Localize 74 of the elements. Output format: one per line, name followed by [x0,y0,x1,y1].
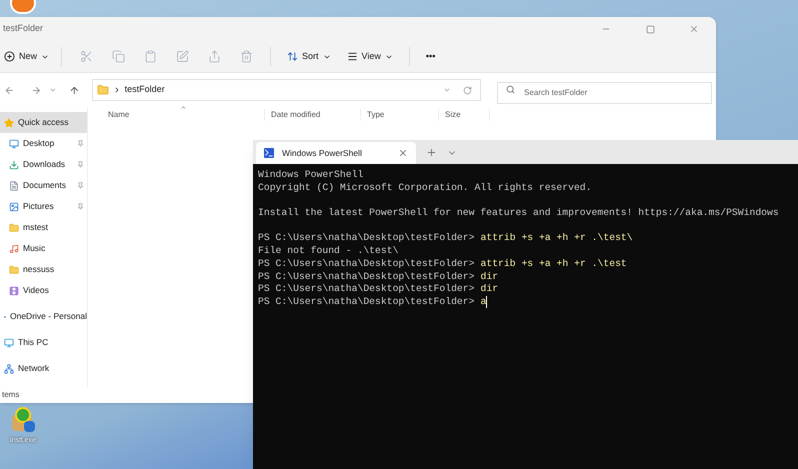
terminal-command: dir [480,270,498,284]
sidebar-item[interactable]: OneDrive - Personal [0,306,87,327]
terminal-command: attrib +s +a +h +r .\test [480,258,627,271]
star-icon [4,118,14,128]
sort-icon [287,51,298,62]
terminal-output-line: File not found - .\test\ [258,245,398,258]
terminal-output-line: Windows PowerShell [258,169,364,182]
trash-icon [240,50,253,63]
rename-icon [176,50,189,63]
scissors-icon [80,50,93,63]
monitor-icon [4,338,14,348]
music-icon [9,244,19,254]
window-title: testFolder [2,22,44,36]
sidebar-item[interactable]: Quick access [0,112,87,133]
share-icon [208,50,221,63]
terminal-tab[interactable]: Windows PowerShell [256,142,416,164]
terminal-prompt: PS C:\Users\natha\Desktop\testFolder> [258,296,474,309]
terminal-command: dir [480,283,498,296]
sort-caret-icon [180,104,187,111]
terminal-command: a [480,296,486,309]
sidebar-item[interactable]: Pictures [0,196,87,217]
back-icon[interactable] [4,84,15,96]
refresh-icon [463,86,472,94]
sidebar-item[interactable]: Documents [0,175,87,196]
recent-caret-icon[interactable] [49,86,58,94]
network-icon [4,364,14,374]
maximize-icon [646,24,654,34]
picture-icon [9,202,19,212]
column-header[interactable]: Type [360,109,438,121]
column-header[interactable]: Date modified [264,109,360,121]
powershell-icon [264,148,274,158]
sidebar-item[interactable]: Music [0,238,87,259]
terminal-prompt: PS C:\Users\natha\Desktop\testFolder> [258,270,474,284]
sidebar-item[interactable]: This PC [0,332,87,353]
column-header[interactable]: Name [88,109,264,121]
download-icon [9,160,19,170]
clipboard-icon [144,50,157,63]
terminal-output-line: Install the latest PowerShell for new features and improvements! https://aka.ms/PSWindows [258,207,779,220]
terminal-prompt: PS C:\Users\natha\Desktop\testFolder> [258,232,474,246]
close-icon[interactable] [398,148,408,158]
video-icon [9,286,19,296]
new-button[interactable]: New [0,42,54,70]
column-header[interactable]: Size [438,109,490,121]
document-icon [9,180,19,190]
folder-icon [9,222,19,232]
lines-icon [346,51,358,62]
up-icon[interactable] [69,84,80,96]
folder-icon [96,84,109,96]
close-icon [689,24,699,34]
sidebar-item[interactable]: mstest [0,217,87,238]
view-button[interactable]: View [338,42,401,70]
sort-button[interactable]: Sort [279,42,339,70]
terminal-prompt: PS C:\Users\natha\Desktop\testFolder> [258,258,474,271]
sidebar-item[interactable]: Downloads [0,154,87,175]
search-icon [506,85,516,94]
terminal-command: attrib +s +a +h +r .\test\ [480,232,633,246]
forward-icon[interactable] [30,84,42,96]
address-bar[interactable]: testFolder [92,79,482,101]
sidebar-item[interactable]: Videos [0,280,87,301]
sidebar-item[interactable]: Network [0,358,87,379]
terminal-output-line: Copyright (C) Microsoft Corporation. All rights reserved. [258,182,592,194]
sidebar-item[interactable]: Desktop [0,133,87,154]
new-tab-icon[interactable] [426,147,437,158]
more-button[interactable]: ••• [418,42,444,70]
terminal-prompt: PS C:\Users\natha\Desktop\testFolder> [258,283,474,296]
status-text: tems [1,389,20,401]
sidebar-item[interactable]: nessuss [0,259,87,280]
search-field[interactable]: Search testFolder [497,82,712,104]
monitor-icon [9,138,19,148]
folder-icon [9,264,19,274]
copy-icon [112,50,125,63]
plus-icon [4,51,15,62]
caret-icon [443,86,452,94]
installer-icon[interactable] [10,407,36,433]
